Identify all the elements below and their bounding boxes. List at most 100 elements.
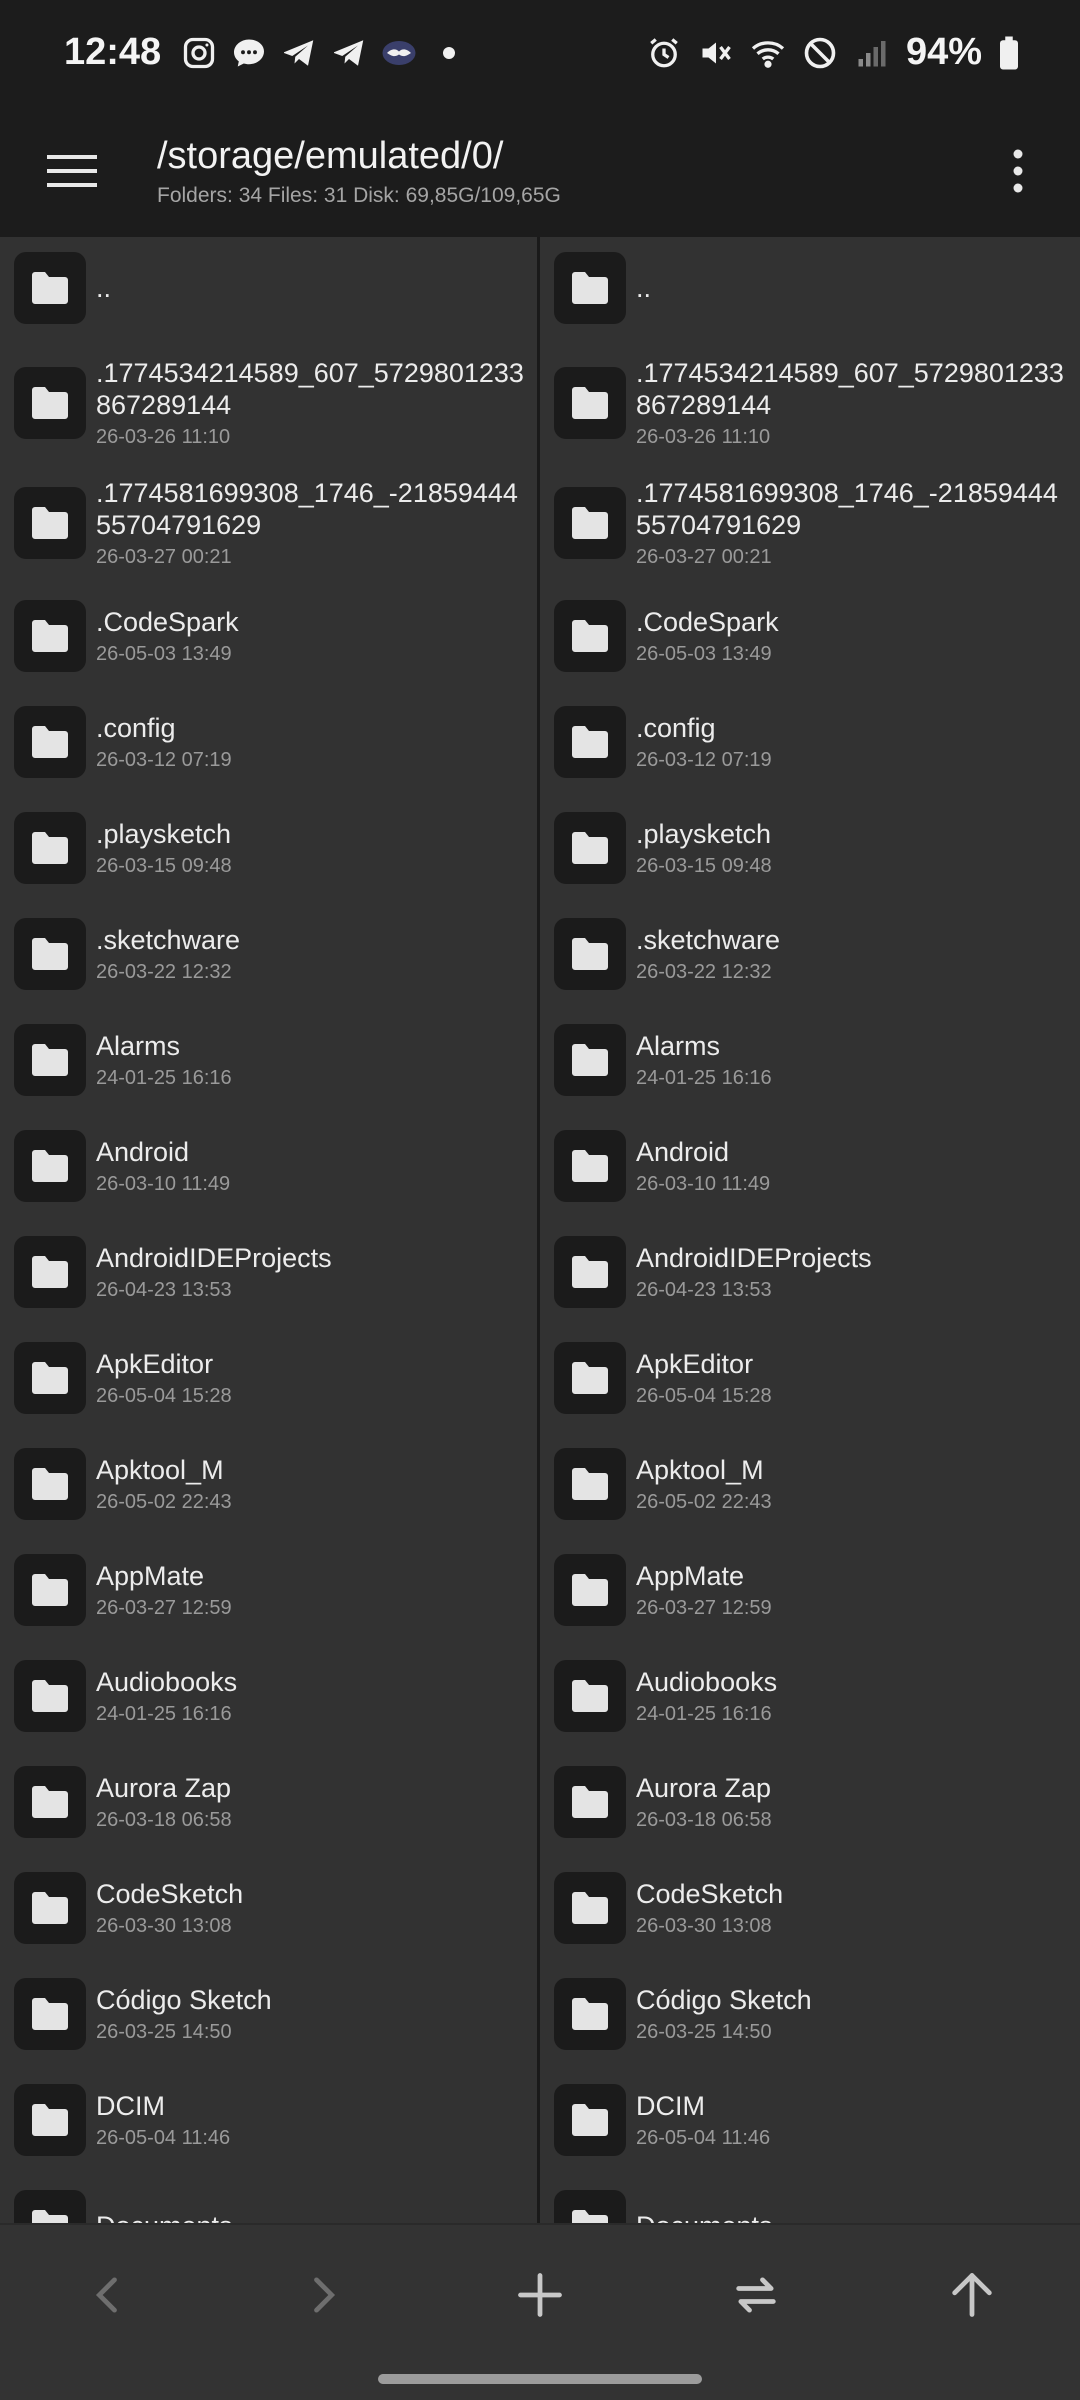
folder-date: 24-01-25 16:16 xyxy=(636,1703,772,1725)
menu-button[interactable] xyxy=(22,121,122,221)
more-options-button[interactable] xyxy=(978,121,1058,221)
telegram-icon xyxy=(281,35,317,71)
folder-name: .. xyxy=(96,273,112,303)
status-bar: 12:48 94% xyxy=(0,0,1080,105)
folder-item[interactable]: AppMate 26-03-27 12:59 xyxy=(0,1537,537,1643)
folder-date: 26-05-03 13:49 xyxy=(96,643,232,665)
folder-date: 26-05-04 11:46 xyxy=(96,2127,231,2149)
folder-item[interactable]: Alarms 24-01-25 16:16 xyxy=(540,1007,1080,1113)
folder-item[interactable]: Aurora Zap 26-03-18 06:58 xyxy=(540,1749,1080,1855)
folder-item[interactable]: .CodeSpark 26-05-03 13:49 xyxy=(540,583,1080,689)
folder-item[interactable]: Audiobooks 24-01-25 16:16 xyxy=(0,1643,537,1749)
folder-item[interactable]: AndroidIDEProjects 26-04-23 13:53 xyxy=(540,1219,1080,1325)
folder-item[interactable]: .1774581699308_1746_-2185944455704791629… xyxy=(540,463,1080,583)
folder-item[interactable]: .sketchware 26-03-22 12:32 xyxy=(540,901,1080,1007)
folder-text: .playsketch 26-03-15 09:48 xyxy=(96,818,232,878)
folder-date: 26-03-15 09:48 xyxy=(96,855,232,877)
folder-date: 26-05-02 22:43 xyxy=(96,1491,232,1513)
folder-item[interactable]: .1774534214589_607_5729801233867289144 26… xyxy=(540,343,1080,463)
folder-name: Código Sketch xyxy=(96,1985,272,2015)
folder-date: 26-03-30 13:08 xyxy=(96,1915,232,1937)
forward-button[interactable] xyxy=(263,2225,383,2365)
folder-item[interactable]: Documents xyxy=(540,2173,1080,2223)
folder-text: Documents xyxy=(96,2210,233,2223)
folder-icon xyxy=(554,812,626,884)
home-indicator[interactable] xyxy=(378,2374,702,2384)
folder-text: .CodeSpark 26-05-03 13:49 xyxy=(96,606,239,666)
alarm-icon xyxy=(646,35,682,71)
folder-item[interactable]: CodeSketch 26-03-30 13:08 xyxy=(540,1855,1080,1961)
folder-item[interactable]: Android 26-03-10 11:49 xyxy=(540,1113,1080,1219)
left-pane[interactable]: .. .1774534214589_607_5729801233867289144… xyxy=(0,237,540,2223)
folder-date: 26-03-22 12:32 xyxy=(636,961,772,983)
folder-icon xyxy=(14,252,86,324)
folder-text: Aurora Zap 26-03-18 06:58 xyxy=(636,1772,772,1832)
folder-item[interactable]: Apktool_M 26-05-02 22:43 xyxy=(540,1431,1080,1537)
folder-icon xyxy=(554,1766,626,1838)
folder-date: 24-01-25 16:16 xyxy=(636,1067,772,1089)
folder-item[interactable]: .playsketch 26-03-15 09:48 xyxy=(540,795,1080,901)
right-pane[interactable]: .. .1774534214589_607_5729801233867289144… xyxy=(540,237,1080,2223)
folder-text: .1774581699308_1746_-2185944455704791629… xyxy=(636,477,1072,569)
folder-icon xyxy=(14,1024,86,1096)
folder-item[interactable]: ApkEditor 26-05-04 15:28 xyxy=(0,1325,537,1431)
folder-date: 26-03-15 09:48 xyxy=(636,855,772,877)
folder-name: Alarms xyxy=(96,1031,181,1061)
folder-date: 26-03-10 11:49 xyxy=(96,1173,231,1195)
parent-directory-item[interactable]: .. xyxy=(540,237,1080,343)
messages-icon xyxy=(231,35,267,71)
folder-item[interactable]: AndroidIDEProjects 26-04-23 13:53 xyxy=(0,1219,537,1325)
folder-date: 26-05-02 22:43 xyxy=(636,1491,772,1513)
folder-text: Código Sketch 26-03-25 14:50 xyxy=(96,1984,272,2044)
folder-item[interactable]: DCIM 26-05-04 11:46 xyxy=(0,2067,537,2173)
folder-item[interactable]: Apktool_M 26-05-02 22:43 xyxy=(0,1431,537,1537)
folder-text: AppMate 26-03-27 12:59 xyxy=(96,1560,232,1620)
folder-item[interactable]: DCIM 26-05-04 11:46 xyxy=(540,2067,1080,2173)
folder-item[interactable]: .CodeSpark 26-05-03 13:49 xyxy=(0,583,537,689)
folder-icon xyxy=(554,1236,626,1308)
folder-date: 26-03-18 06:58 xyxy=(96,1809,232,1831)
folder-item[interactable]: Android 26-03-10 11:49 xyxy=(0,1113,537,1219)
go-up-button[interactable] xyxy=(912,2225,1032,2365)
folder-item[interactable]: Código Sketch 26-03-25 14:50 xyxy=(540,1961,1080,2067)
folder-name: .playsketch xyxy=(96,819,232,849)
folder-name: .CodeSpark xyxy=(96,607,239,637)
folder-text: .config 26-03-12 07:19 xyxy=(96,712,232,772)
folder-item[interactable]: Código Sketch 26-03-25 14:50 xyxy=(0,1961,537,2067)
folder-item[interactable]: Alarms 24-01-25 16:16 xyxy=(0,1007,537,1113)
folder-item[interactable]: ApkEditor 26-05-04 15:28 xyxy=(540,1325,1080,1431)
instagram-icon xyxy=(181,35,217,71)
folder-name: Android xyxy=(96,1137,190,1167)
folder-icon xyxy=(554,1024,626,1096)
chevron-left-icon xyxy=(95,2277,117,2313)
folder-item[interactable]: .playsketch 26-03-15 09:48 xyxy=(0,795,537,901)
folder-icon xyxy=(14,2190,86,2223)
folder-item[interactable]: CodeSketch 26-03-30 13:08 xyxy=(0,1855,537,1961)
folder-text: .. xyxy=(96,272,111,304)
plus-icon xyxy=(518,2273,562,2317)
back-button[interactable] xyxy=(48,2225,168,2365)
handshake-app-icon xyxy=(381,35,417,71)
add-button[interactable] xyxy=(480,2225,600,2365)
folder-date: 26-04-23 13:53 xyxy=(96,1279,232,1301)
folder-name: Aurora Zap xyxy=(96,1773,232,1803)
folder-date: 26-03-26 11:10 xyxy=(636,426,771,448)
folder-item[interactable]: AppMate 26-03-27 12:59 xyxy=(540,1537,1080,1643)
folder-item[interactable]: .1774534214589_607_5729801233867289144 26… xyxy=(0,343,537,463)
folder-item[interactable]: Aurora Zap 26-03-18 06:58 xyxy=(0,1749,537,1855)
folder-item[interactable]: Documents xyxy=(0,2173,537,2223)
wifi-icon xyxy=(750,35,786,71)
folder-item[interactable]: Audiobooks 24-01-25 16:16 xyxy=(540,1643,1080,1749)
folder-item[interactable]: .1774581699308_1746_-2185944455704791629… xyxy=(0,463,537,583)
folder-name: CodeSketch xyxy=(96,1879,244,1909)
parent-directory-item[interactable]: .. xyxy=(0,237,537,343)
folder-text: Apktool_M 26-05-02 22:43 xyxy=(96,1454,232,1514)
folder-text: .config 26-03-12 07:19 xyxy=(636,712,772,772)
notification-icons xyxy=(181,35,467,71)
folder-item[interactable]: .sketchware 26-03-22 12:32 xyxy=(0,901,537,1007)
swap-panes-button[interactable] xyxy=(696,2225,816,2365)
folder-text: Apktool_M 26-05-02 22:43 xyxy=(636,1454,772,1514)
folder-item[interactable]: .config 26-03-12 07:19 xyxy=(0,689,537,795)
folder-item[interactable]: .config 26-03-12 07:19 xyxy=(540,689,1080,795)
folder-icon xyxy=(14,1766,86,1838)
